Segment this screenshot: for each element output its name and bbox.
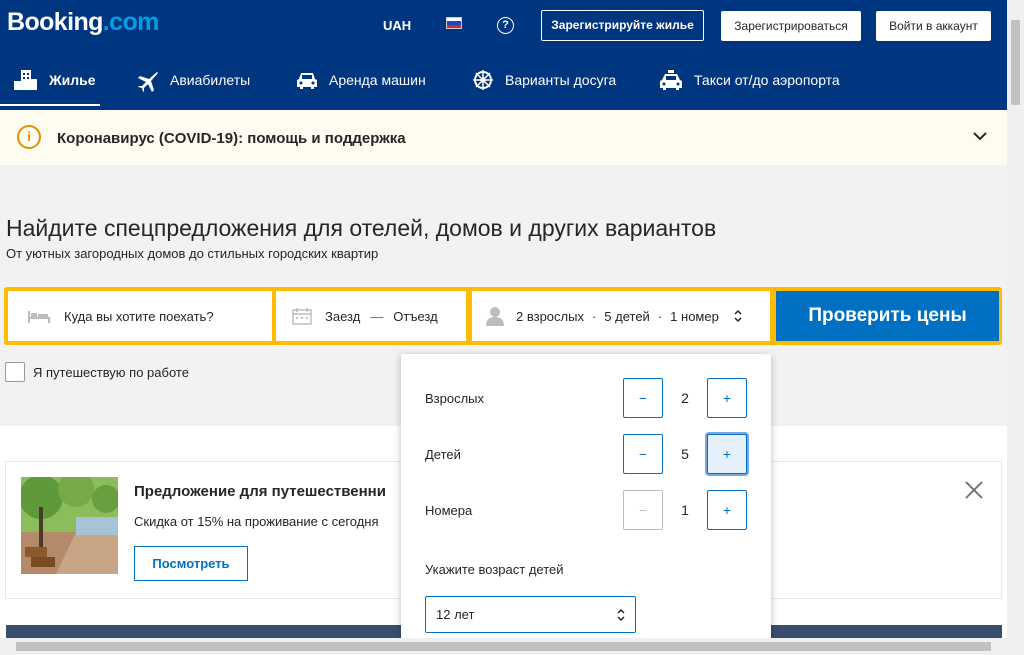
tab-airport-taxi-label: Такси от/до аэропорта [694,72,840,88]
chevron-down-icon[interactable] [972,131,988,143]
tab-car-rental-label: Аренда машин [329,72,426,88]
children-minus-button[interactable]: − [623,434,663,474]
covid-banner[interactable]: i Коронавирус (COVID-19): помощь и подде… [0,110,1007,165]
booking-logo[interactable]: Booking.com [7,8,159,37]
top-header: Booking.com UAH ? Зарегистрируйте жилье … [0,0,1007,110]
tab-stays[interactable]: Жилье [12,62,96,98]
login-button[interactable]: Войти в аккаунт [876,11,991,41]
bed-icon [28,311,50,323]
updown-chevron-icon [734,309,742,323]
children-label: Детей [425,447,461,462]
tab-attractions[interactable]: Варианты досуга [471,62,616,98]
child-age-select[interactable]: 12 лет [425,596,636,633]
help-icon[interactable]: ? [497,17,514,34]
occupancy-dropdown: Взрослых − 2 + Детей − 5 + Номера − 1 + … [401,354,771,655]
active-tab-indicator [0,104,100,106]
plane-icon [138,72,158,92]
guests-rooms: 1 номер [670,308,719,324]
page-title: Найдите спецпредложения для отелей, домо… [6,215,717,241]
tab-airport-taxi[interactable]: Такси от/до аэропорта [658,62,840,98]
guests-adults: 2 взрослых [516,308,584,324]
language-flag-icon[interactable] [446,17,462,29]
rooms-minus-button[interactable]: − [623,490,663,530]
updown-chevron-icon [617,608,625,622]
car-icon [297,73,317,89]
horizontal-scrollbar-thumb[interactable] [16,642,991,651]
search-bar: Куда вы хотите поехать? Заезд — Отъезд 2… [4,287,1002,345]
taxi-icon [660,70,682,90]
vertical-scrollbar-thumb[interactable] [1011,20,1020,105]
work-travel-checkbox[interactable] [5,362,25,382]
list-property-button[interactable]: Зарегистрируйте жилье [541,10,704,41]
guests-sep-1: · [591,308,597,324]
checkout-label: Отъезд [393,308,438,324]
rooms-plus-button[interactable]: + [707,490,747,530]
tab-car-rental[interactable]: Аренда машин [295,62,426,98]
children-plus-button[interactable]: + [707,434,747,474]
work-travel-label: Я путешествую по работе [33,365,189,380]
rooms-value: 1 [681,502,689,518]
tab-stays-label: Жилье [49,72,96,88]
guests-field[interactable]: 2 взрослых · 5 детей · 1 номер [472,291,770,341]
guests-sep-2: · [657,308,663,324]
tab-flights[interactable]: Авиабилеты [136,62,250,98]
person-icon [486,307,504,326]
child-age-value: 12 лет [436,607,475,622]
page-subtitle: От уютных загородных домов до стильных г… [6,246,379,261]
children-value: 5 [681,446,689,462]
adults-label: Взрослых [425,391,485,406]
promo-image [21,477,118,574]
date-dash: — [370,308,384,324]
info-icon: i [17,125,41,149]
currency-selector[interactable]: UAH [383,18,411,33]
adults-value: 2 [681,390,689,406]
register-button[interactable]: Зарегистрироваться [721,11,861,41]
promo-title: Предложение для путешественни [134,483,386,500]
promo-view-button[interactable]: Посмотреть [134,546,248,581]
promo-text: Скидка от 15% на проживание с сегодня [134,514,379,529]
rooms-label: Номера [425,503,473,518]
adults-plus-button[interactable]: + [707,378,747,418]
close-icon[interactable] [964,480,984,500]
covid-banner-text: Коронавирус (COVID-19): помощь и поддерж… [57,130,406,147]
dates-field[interactable]: Заезд — Отъезд [276,291,466,341]
guests-children: 5 детей [604,308,650,324]
adults-minus-button[interactable]: − [623,378,663,418]
tab-flights-label: Авиабилеты [170,72,251,88]
bed-building-icon [14,70,37,90]
destination-field[interactable]: Куда вы хотите поехать? [8,291,272,341]
calendar-icon [292,308,312,325]
tab-attractions-label: Варианты досуга [505,72,617,88]
attraction-icon [473,70,493,90]
destination-placeholder: Куда вы хотите поехать? [64,308,214,324]
child-age-label: Укажите возраст детей [425,562,564,577]
checkin-label: Заезд [325,308,361,324]
check-prices-button[interactable]: Проверить цены [776,291,999,341]
